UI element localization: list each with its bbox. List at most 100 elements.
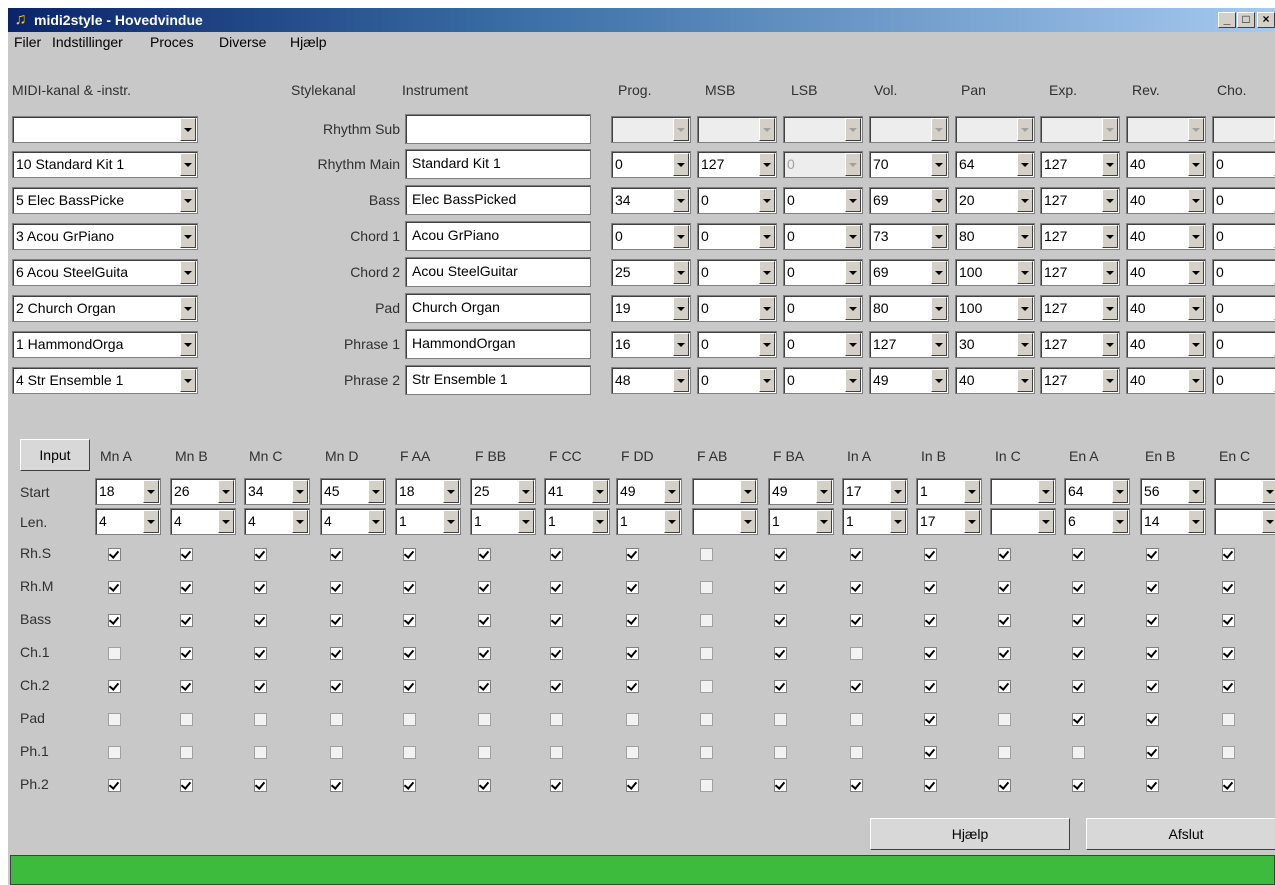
chevron-down-icon[interactable] (759, 333, 775, 356)
param-select-0[interactable]: 0 (611, 223, 691, 250)
checked-checkbox[interactable] (850, 680, 863, 693)
param-select-3[interactable]: 70 (869, 151, 949, 178)
param-select-4[interactable]: 64 (955, 151, 1035, 178)
checked-checkbox[interactable] (550, 647, 563, 660)
chevron-down-icon[interactable] (1112, 510, 1128, 533)
param-select-7[interactable]: 0 (1212, 367, 1275, 394)
param-select-0[interactable]: 0 (611, 151, 691, 178)
chevron-down-icon[interactable] (1017, 153, 1033, 176)
chevron-down-icon[interactable] (759, 118, 775, 141)
param-select-0[interactable]: 34 (611, 187, 691, 214)
chevron-down-icon[interactable] (664, 510, 680, 533)
chevron-down-icon[interactable] (845, 297, 861, 320)
param-select-7[interactable]: 0 (1212, 259, 1275, 286)
chevron-down-icon[interactable] (931, 261, 947, 284)
start-select[interactable]: 17 (842, 478, 908, 505)
checked-checkbox[interactable] (403, 680, 416, 693)
len-select[interactable] (990, 508, 1056, 535)
chevron-down-icon[interactable] (931, 153, 947, 176)
chevron-down-icon[interactable] (1188, 369, 1204, 392)
param-select-6[interactable]: 40 (1126, 187, 1206, 214)
chevron-down-icon[interactable] (368, 510, 384, 533)
checked-checkbox[interactable] (1146, 746, 1159, 759)
quit-button[interactable]: Afslut (1086, 818, 1275, 850)
checked-checkbox[interactable] (924, 581, 937, 594)
param-select-1[interactable]: 0 (697, 367, 777, 394)
unchecked-checkbox[interactable] (550, 746, 563, 759)
len-select[interactable]: 1 (768, 508, 834, 535)
checked-checkbox[interactable] (550, 680, 563, 693)
start-select[interactable]: 56 (1140, 478, 1206, 505)
checked-checkbox[interactable] (774, 647, 787, 660)
checked-checkbox[interactable] (550, 614, 563, 627)
param-select-4[interactable]: 80 (955, 223, 1035, 250)
chevron-down-icon[interactable] (292, 510, 308, 533)
param-select-1[interactable]: 127 (697, 151, 777, 178)
instrument-field[interactable]: Elec BassPicked (405, 185, 591, 215)
unchecked-checkbox[interactable] (1072, 746, 1085, 759)
chevron-down-icon[interactable] (816, 480, 832, 503)
len-select[interactable]: 4 (244, 508, 310, 535)
param-select-1[interactable]: 0 (697, 187, 777, 214)
chevron-down-icon[interactable] (1188, 333, 1204, 356)
checked-checkbox[interactable] (478, 647, 491, 660)
menu-indstillinger[interactable]: Indstillinger (52, 34, 123, 50)
checked-checkbox[interactable] (1146, 581, 1159, 594)
param-select-4[interactable] (955, 116, 1035, 143)
checked-checkbox[interactable] (626, 680, 639, 693)
param-select-0[interactable]: 16 (611, 331, 691, 358)
chevron-down-icon[interactable] (1017, 297, 1033, 320)
chevron-down-icon[interactable] (759, 225, 775, 248)
chevron-down-icon[interactable] (1102, 153, 1118, 176)
menu-hjaelp[interactable]: Hjælp (290, 34, 327, 50)
checked-checkbox[interactable] (850, 614, 863, 627)
chevron-down-icon[interactable] (673, 369, 689, 392)
unchecked-checkbox[interactable] (700, 713, 713, 726)
checked-checkbox[interactable] (254, 779, 267, 792)
chevron-down-icon[interactable] (845, 118, 861, 141)
len-select[interactable] (1214, 508, 1275, 535)
unchecked-checkbox[interactable] (700, 647, 713, 660)
param-select-5[interactable]: 127 (1040, 331, 1120, 358)
chevron-down-icon[interactable] (180, 297, 196, 320)
len-select[interactable]: 6 (1064, 508, 1130, 535)
param-select-0[interactable]: 19 (611, 295, 691, 322)
midi-channel-select[interactable]: 10 Standard Kit 1 (12, 151, 198, 178)
midi-channel-select[interactable]: 4 Str Ensemble 1 (12, 367, 198, 394)
midi-channel-select[interactable]: 2 Church Organ (12, 295, 198, 322)
unchecked-checkbox[interactable] (850, 713, 863, 726)
chevron-down-icon[interactable] (673, 333, 689, 356)
checked-checkbox[interactable] (180, 779, 193, 792)
checked-checkbox[interactable] (998, 548, 1011, 561)
checked-checkbox[interactable] (626, 647, 639, 660)
checked-checkbox[interactable] (108, 581, 121, 594)
checked-checkbox[interactable] (403, 548, 416, 561)
chevron-down-icon[interactable] (1017, 189, 1033, 212)
chevron-down-icon[interactable] (1112, 480, 1128, 503)
chevron-down-icon[interactable] (1102, 261, 1118, 284)
checked-checkbox[interactable] (998, 647, 1011, 660)
start-select[interactable]: 18 (395, 478, 461, 505)
checked-checkbox[interactable] (108, 548, 121, 561)
checked-checkbox[interactable] (1222, 779, 1235, 792)
checked-checkbox[interactable] (1072, 779, 1085, 792)
chevron-down-icon[interactable] (759, 153, 775, 176)
chevron-down-icon[interactable] (443, 510, 459, 533)
chevron-down-icon[interactable] (664, 480, 680, 503)
start-select[interactable]: 49 (768, 478, 834, 505)
chevron-down-icon[interactable] (1188, 153, 1204, 176)
chevron-down-icon[interactable] (518, 480, 534, 503)
param-select-6[interactable]: 40 (1126, 223, 1206, 250)
checked-checkbox[interactable] (1072, 581, 1085, 594)
len-select[interactable]: 4 (95, 508, 161, 535)
checked-checkbox[interactable] (1222, 680, 1235, 693)
instrument-field[interactable] (405, 114, 591, 144)
param-select-0[interactable] (611, 116, 691, 143)
unchecked-checkbox[interactable] (1222, 746, 1235, 759)
checked-checkbox[interactable] (1146, 713, 1159, 726)
param-select-6[interactable]: 40 (1126, 151, 1206, 178)
checked-checkbox[interactable] (330, 647, 343, 660)
unchecked-checkbox[interactable] (550, 713, 563, 726)
chevron-down-icon[interactable] (180, 225, 196, 248)
unchecked-checkbox[interactable] (700, 746, 713, 759)
